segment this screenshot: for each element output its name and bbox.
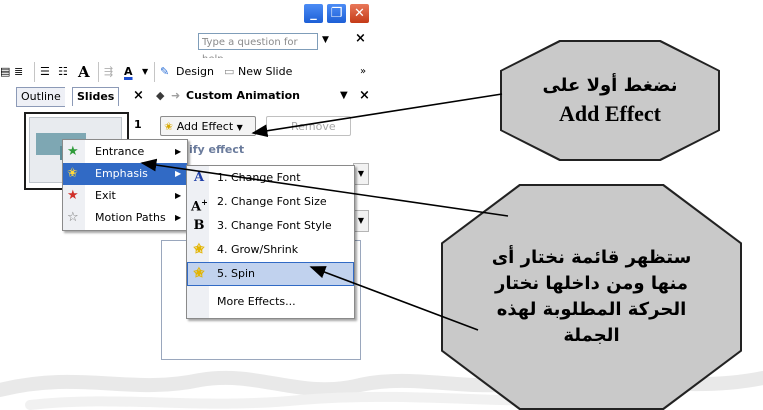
- arrow-to-add-effect: [251, 93, 503, 138]
- arrow-to-emphasis: [140, 158, 509, 217]
- callout-arrows: [140, 93, 509, 331]
- arrow-to-spin: [309, 266, 479, 331]
